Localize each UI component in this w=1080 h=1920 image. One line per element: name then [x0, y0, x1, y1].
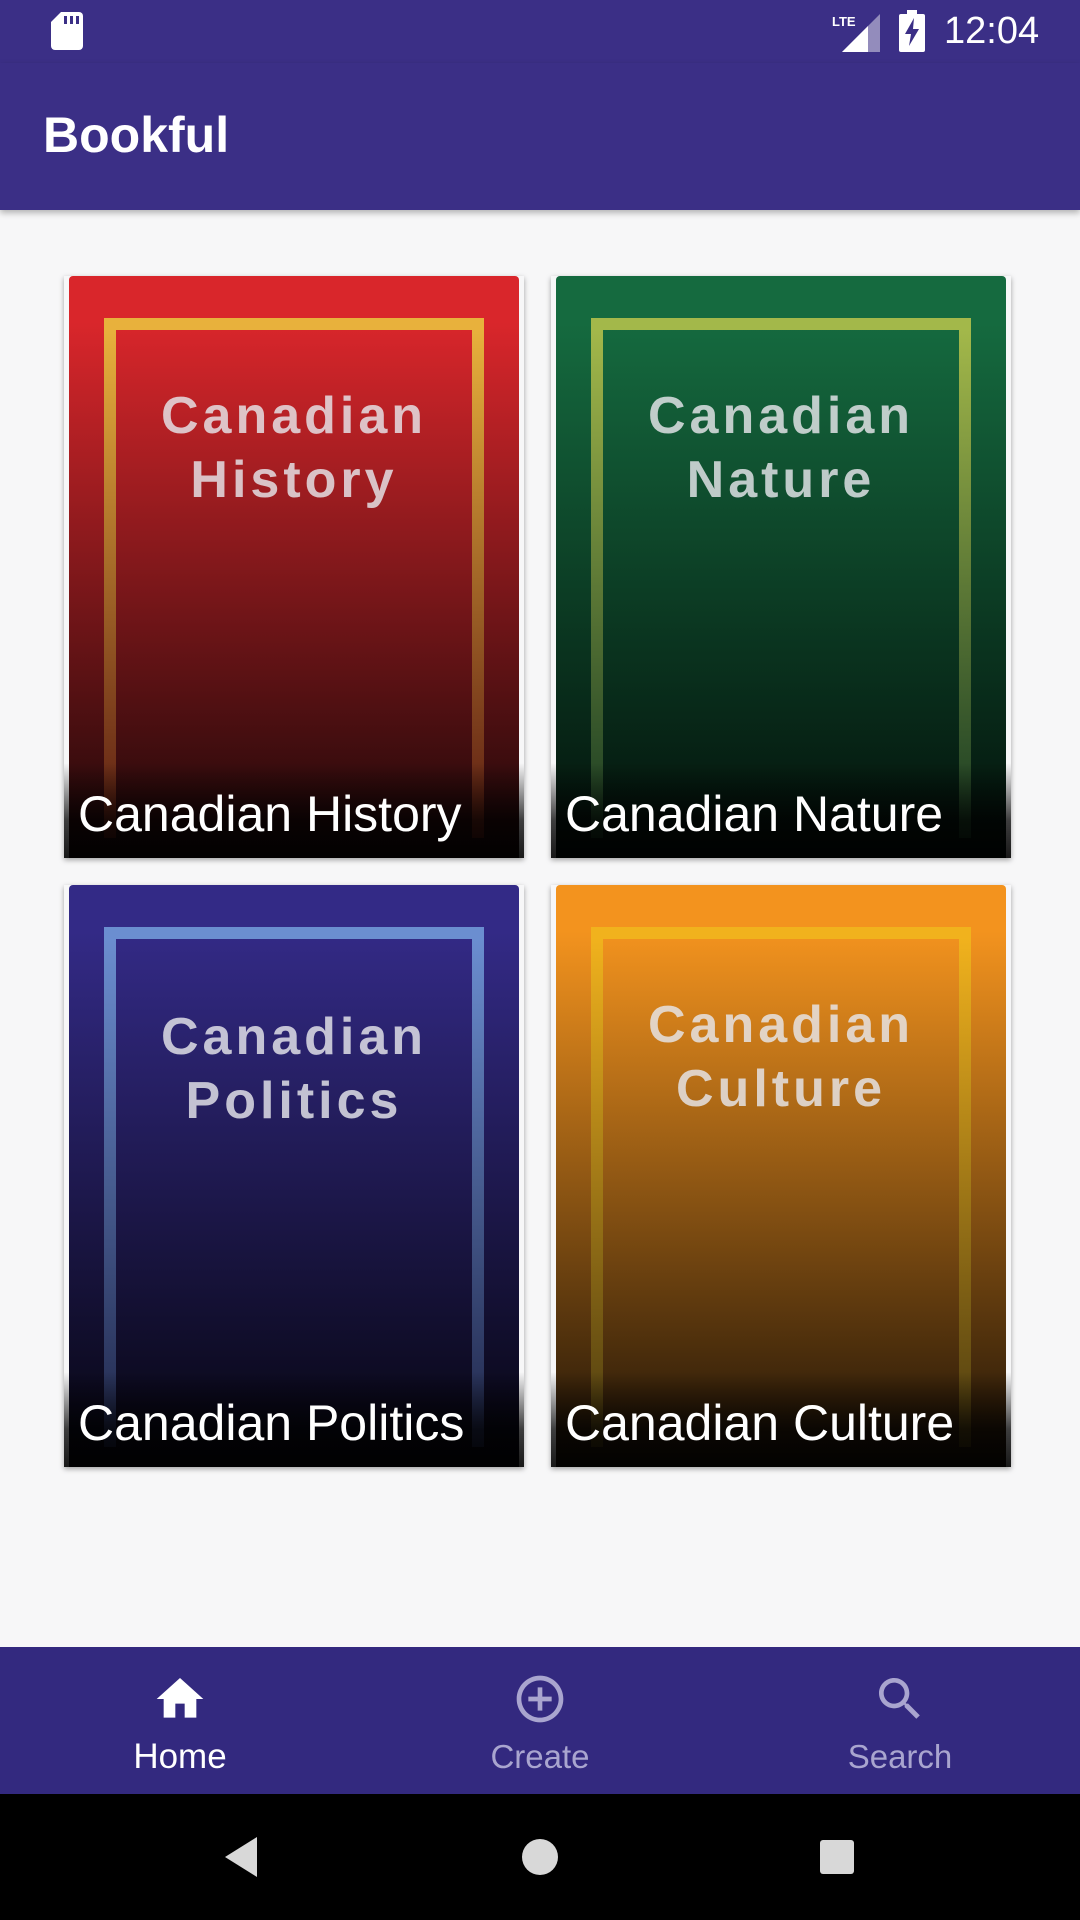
card-caption-text: Canadian Politics	[78, 1395, 465, 1451]
card-caption-text: Canadian History	[78, 786, 462, 842]
status-bar: LTE 12:04	[0, 0, 1080, 63]
cover-title: Canadian History	[160, 387, 428, 509]
app-bar: Bookful	[0, 63, 1080, 210]
category-card-nature[interactable]: Canadian Nature Canadian Nature	[551, 276, 1011, 858]
system-navigation-bar	[0, 1794, 1080, 1920]
card-caption: Canadian History	[64, 763, 524, 858]
card-caption-text: Canadian Nature	[565, 786, 944, 842]
category-card-politics[interactable]: Canadian Politics Canadian Politics	[64, 885, 524, 1467]
search-icon	[879, 1678, 920, 1719]
cover-title: Canadian Culture	[647, 996, 915, 1118]
app-title: Bookful	[43, 107, 230, 163]
home-circle-icon[interactable]	[512, 1829, 568, 1885]
category-card-history[interactable]: Canadian History Canadian History	[64, 276, 524, 858]
card-caption: Canadian Nature	[551, 763, 1011, 858]
category-grid: Canadian History Canadian History Canadi…	[0, 210, 1080, 1647]
card-caption-text: Canadian Culture	[565, 1395, 955, 1451]
sd-card-icon	[51, 12, 83, 50]
nav-item-search[interactable]: Search	[720, 1647, 1080, 1794]
nav-item-create[interactable]: Create	[360, 1647, 720, 1794]
battery-charging-icon	[899, 10, 925, 52]
lte-signal-icon: LTE	[832, 14, 880, 52]
nav-label-home: Home	[133, 1737, 227, 1776]
bottom-navigation: Home Create Search	[0, 1647, 1080, 1794]
card-caption: Canadian Culture	[551, 1372, 1011, 1467]
back-icon[interactable]	[213, 1829, 269, 1885]
recents-icon[interactable]	[809, 1829, 865, 1885]
cover-title: Canadian Nature	[647, 387, 915, 509]
category-card-culture[interactable]: Canadian Culture Canadian Culture	[551, 885, 1011, 1467]
status-time: 12:04	[944, 10, 1040, 52]
cover-title: Canadian Politics	[160, 1008, 428, 1130]
home-icon	[156, 1678, 204, 1718]
nav-item-home[interactable]: Home	[0, 1647, 360, 1794]
nav-label-search: Search	[847, 1738, 953, 1775]
lte-label: LTE	[832, 14, 856, 29]
nav-label-create: Create	[490, 1738, 590, 1775]
card-caption: Canadian Politics	[64, 1372, 524, 1467]
add-circle-icon	[516, 1675, 564, 1723]
